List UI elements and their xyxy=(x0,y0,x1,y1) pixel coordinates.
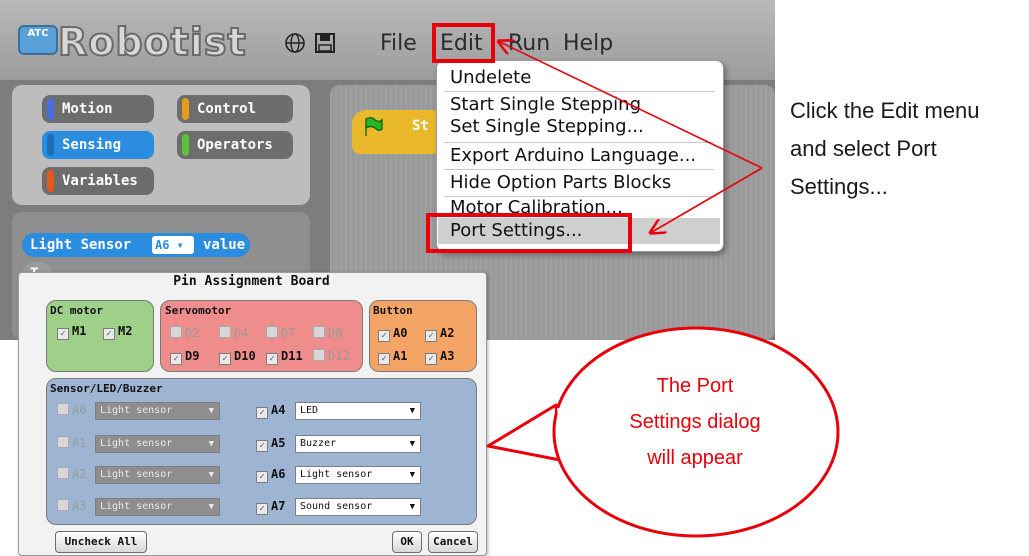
speech-bubble xyxy=(486,326,840,538)
bubble-line-2: Settings dialog xyxy=(629,411,761,433)
bubble-text: The Port Settings dialog will appear xyxy=(585,368,805,476)
bubble-line-1: The Port xyxy=(656,375,734,397)
bubble-line-3: will appear xyxy=(647,447,743,469)
